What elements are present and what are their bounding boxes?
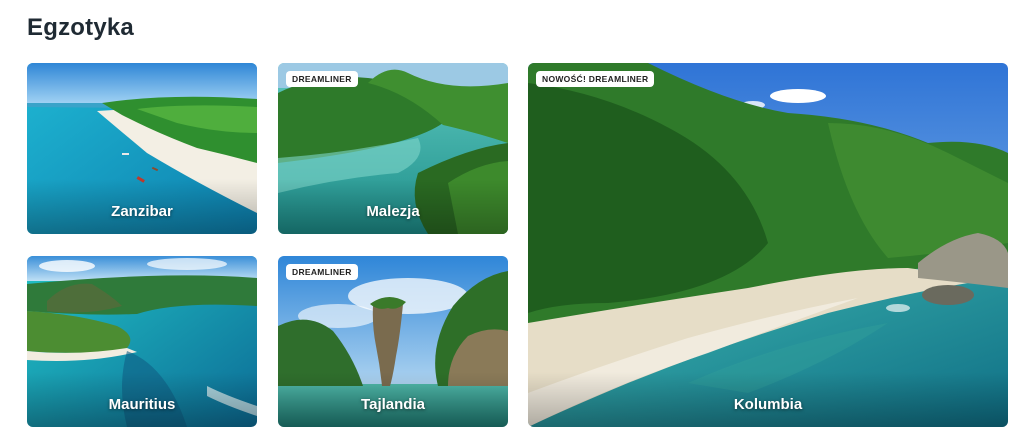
card-title: Malezja — [366, 203, 420, 220]
destination-card-zanzibar[interactable]: Zanzibar — [27, 63, 257, 234]
section-title: Egzotyka — [27, 14, 134, 41]
destination-card-mauritius[interactable]: Mauritius — [27, 256, 257, 427]
card-title: Tajlandia — [361, 396, 425, 413]
destination-card-malezja[interactable]: DREAMLINER Malezja — [278, 63, 508, 234]
card-title: Mauritius — [108, 396, 176, 413]
card-badge: DREAMLINER — [286, 71, 358, 87]
card-badge: NOWOŚĆ! DREAMLINER — [536, 71, 655, 87]
card-badge: DREAMLINER — [286, 264, 358, 280]
card-title: Kolumbia — [733, 396, 803, 413]
destination-card-tajlandia[interactable]: DREAMLINER Tajlandia — [278, 256, 508, 427]
destination-card-kolumbia[interactable]: NOWOŚĆ! DREAMLINER Kolumbia — [528, 63, 1008, 427]
card-title: Zanzibar — [111, 203, 173, 220]
